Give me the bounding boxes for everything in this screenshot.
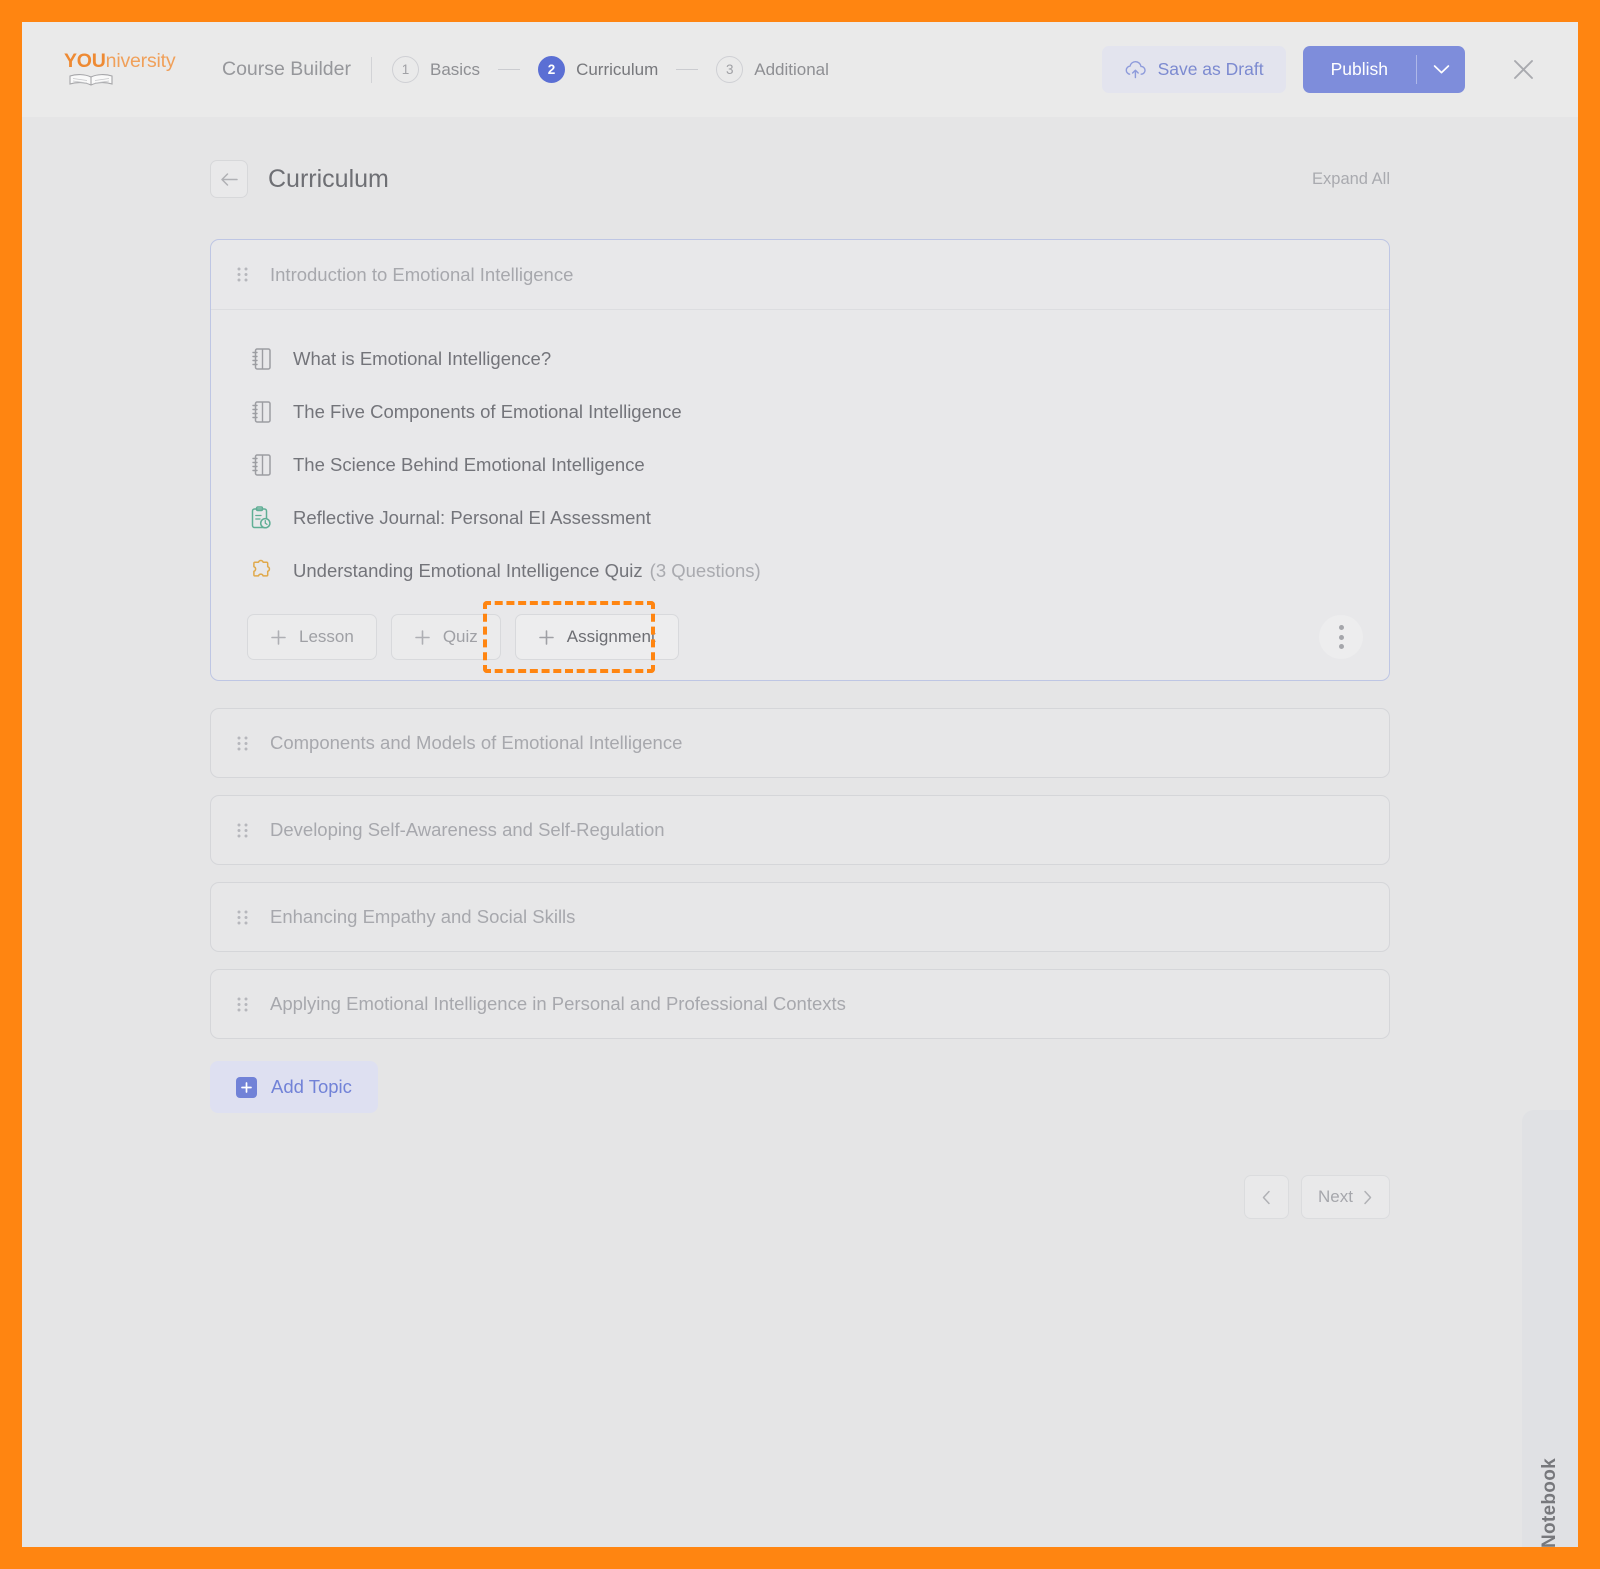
curriculum-panel: Curriculum Expand All Introduction to Em… — [210, 159, 1390, 1219]
course-builder-window: YOUniversity Course Builder 1 Basics 2 C… — [22, 22, 1578, 1547]
drag-handle-icon[interactable] — [237, 266, 248, 283]
youniversity-logo[interactable]: YOUniversity — [64, 52, 194, 87]
app-title: Course Builder — [222, 58, 351, 80]
topic-more-options-icon[interactable] — [1319, 615, 1363, 659]
topic-card[interactable]: Enhancing Empathy and Social Skills — [210, 882, 1390, 952]
plus-icon — [415, 629, 430, 645]
quiz-puzzle-icon — [247, 559, 275, 582]
logo-text: YOUniversity — [64, 50, 176, 73]
publish-button[interactable]: Publish — [1303, 46, 1416, 93]
step-basics-label: Basics — [429, 59, 481, 79]
notebook-label: Notebook — [1539, 1457, 1560, 1547]
quiz-item-label: Understanding Emotional Intelligence Qui… — [293, 559, 643, 581]
add-quiz-button[interactable]: Quiz — [390, 614, 501, 660]
step-curriculum-label: Curriculum — [576, 59, 659, 79]
topic-card[interactable]: Developing Self-Awareness and Self-Regul… — [210, 795, 1390, 865]
plus-square-icon — [236, 1076, 257, 1098]
topic-title: Enhancing Empathy and Social Skills — [270, 906, 576, 927]
page-title: Curriculum — [268, 164, 389, 193]
plus-icon — [271, 629, 286, 645]
topic-header[interactable]: Applying Emotional Intelligence in Perso… — [211, 970, 1389, 1038]
lesson-notebook-icon — [247, 347, 275, 371]
chevron-left-icon — [1262, 1190, 1270, 1204]
drag-handle-icon[interactable] — [237, 996, 248, 1013]
drag-handle-icon[interactable] — [237, 822, 248, 839]
top-bar-actions: Save as Draft Publish — [1101, 46, 1540, 93]
publish-button-group: Publish — [1302, 46, 1465, 93]
notebook-side-tab[interactable]: Notebook — [1522, 1110, 1578, 1547]
publish-dropdown-button[interactable] — [1417, 46, 1465, 93]
step-curriculum-number: 2 — [538, 56, 566, 83]
topic-title: Applying Emotional Intelligence in Perso… — [270, 993, 846, 1014]
lesson-notebook-icon — [247, 453, 275, 477]
step-connector — [498, 68, 521, 71]
save-as-draft-label: Save as Draft — [1157, 59, 1264, 79]
save-as-draft-button[interactable]: Save as Draft — [1101, 46, 1286, 93]
step-basics-number: 1 — [391, 56, 419, 83]
add-topic-button[interactable]: Add Topic — [210, 1061, 378, 1113]
drag-handle-icon[interactable] — [237, 735, 248, 752]
add-lesson-label: Lesson — [299, 627, 354, 646]
chevron-down-icon — [1433, 65, 1449, 74]
lesson-item-label: The Science Behind Emotional Intelligenc… — [293, 453, 645, 475]
page-header: Curriculum Expand All — [210, 159, 1390, 199]
next-page-button[interactable]: Next — [1301, 1175, 1390, 1219]
close-button[interactable] — [1506, 53, 1540, 87]
previous-page-button[interactable] — [1244, 1175, 1290, 1219]
plus-icon — [538, 629, 554, 645]
topic-header[interactable]: Introduction to Emotional Intelligence — [211, 240, 1389, 310]
logo-text-rest: niversity — [105, 50, 176, 73]
back-button[interactable] — [210, 160, 248, 198]
assignment-item[interactable]: Reflective Journal: Personal EI Assessme… — [237, 491, 1363, 544]
top-bar: YOUniversity Course Builder 1 Basics 2 C… — [22, 22, 1578, 117]
assignment-clipboard-icon — [247, 505, 275, 530]
close-icon — [1513, 60, 1533, 79]
add-assignment-label: Assignment — [566, 627, 656, 646]
arrow-left-icon — [220, 172, 238, 186]
topic-card[interactable]: Applying Emotional Intelligence in Perso… — [210, 969, 1390, 1039]
step-additional-number: 3 — [716, 56, 744, 83]
topic-card[interactable]: Components and Models of Emotional Intel… — [210, 708, 1390, 778]
topic-actions: Lesson Quiz Assignment — [237, 601, 1363, 673]
topic-header[interactable]: Developing Self-Awareness and Self-Regul… — [211, 796, 1389, 864]
publish-label: Publish — [1330, 59, 1388, 79]
pagination: Next — [210, 1175, 1390, 1219]
cloud-upload-icon — [1125, 61, 1146, 79]
drag-handle-icon[interactable] — [237, 909, 248, 926]
topic-header[interactable]: Enhancing Empathy and Social Skills — [211, 883, 1389, 951]
step-basics[interactable]: 1 Basics — [391, 56, 481, 83]
open-book-icon — [69, 73, 113, 86]
divider — [370, 56, 372, 83]
add-quiz-label: Quiz — [442, 627, 478, 646]
step-additional[interactable]: 3 Additional — [716, 56, 829, 83]
add-lesson-button[interactable]: Lesson — [247, 614, 377, 660]
lesson-item-label: The Five Components of Emotional Intelli… — [293, 400, 682, 422]
expand-all-button[interactable]: Expand All — [1312, 170, 1390, 189]
add-topic-label: Add Topic — [271, 1076, 352, 1097]
topic-header[interactable]: Components and Models of Emotional Intel… — [211, 709, 1389, 777]
add-assignment-button[interactable]: Assignment — [514, 614, 679, 660]
topic-body: What is Emotional Intelligence? The Five… — [211, 310, 1389, 680]
lesson-item[interactable]: The Five Components of Emotional Intelli… — [237, 385, 1363, 438]
topic-title: Developing Self-Awareness and Self-Regul… — [270, 819, 665, 840]
lesson-item-label: What is Emotional Intelligence? — [293, 347, 552, 369]
topic-title: Introduction to Emotional Intelligence — [270, 263, 574, 285]
chevron-right-icon — [1364, 1190, 1372, 1204]
step-additional-label: Additional — [754, 59, 829, 79]
lesson-item[interactable]: The Science Behind Emotional Intelligenc… — [237, 438, 1363, 491]
topic-title: Components and Models of Emotional Intel… — [270, 732, 683, 753]
step-connector — [676, 68, 699, 71]
quiz-item[interactable]: Understanding Emotional Intelligence Qui… — [237, 544, 1363, 597]
topic-card-expanded: Introduction to Emotional Intelligence W… — [210, 239, 1390, 681]
assignment-item-label: Reflective Journal: Personal EI Assessme… — [293, 506, 651, 528]
lesson-notebook-icon — [247, 400, 275, 424]
quiz-question-count: (3 Questions) — [649, 559, 761, 581]
logo-text-bold: YOU — [64, 50, 106, 73]
step-curriculum[interactable]: 2 Curriculum — [538, 56, 658, 83]
lesson-item[interactable]: What is Emotional Intelligence? — [237, 332, 1363, 385]
content-area: Curriculum Expand All Introduction to Em… — [22, 117, 1578, 1547]
next-page-label: Next — [1318, 1187, 1353, 1206]
wizard-stepper: 1 Basics 2 Curriculum 3 Additional — [391, 56, 829, 83]
